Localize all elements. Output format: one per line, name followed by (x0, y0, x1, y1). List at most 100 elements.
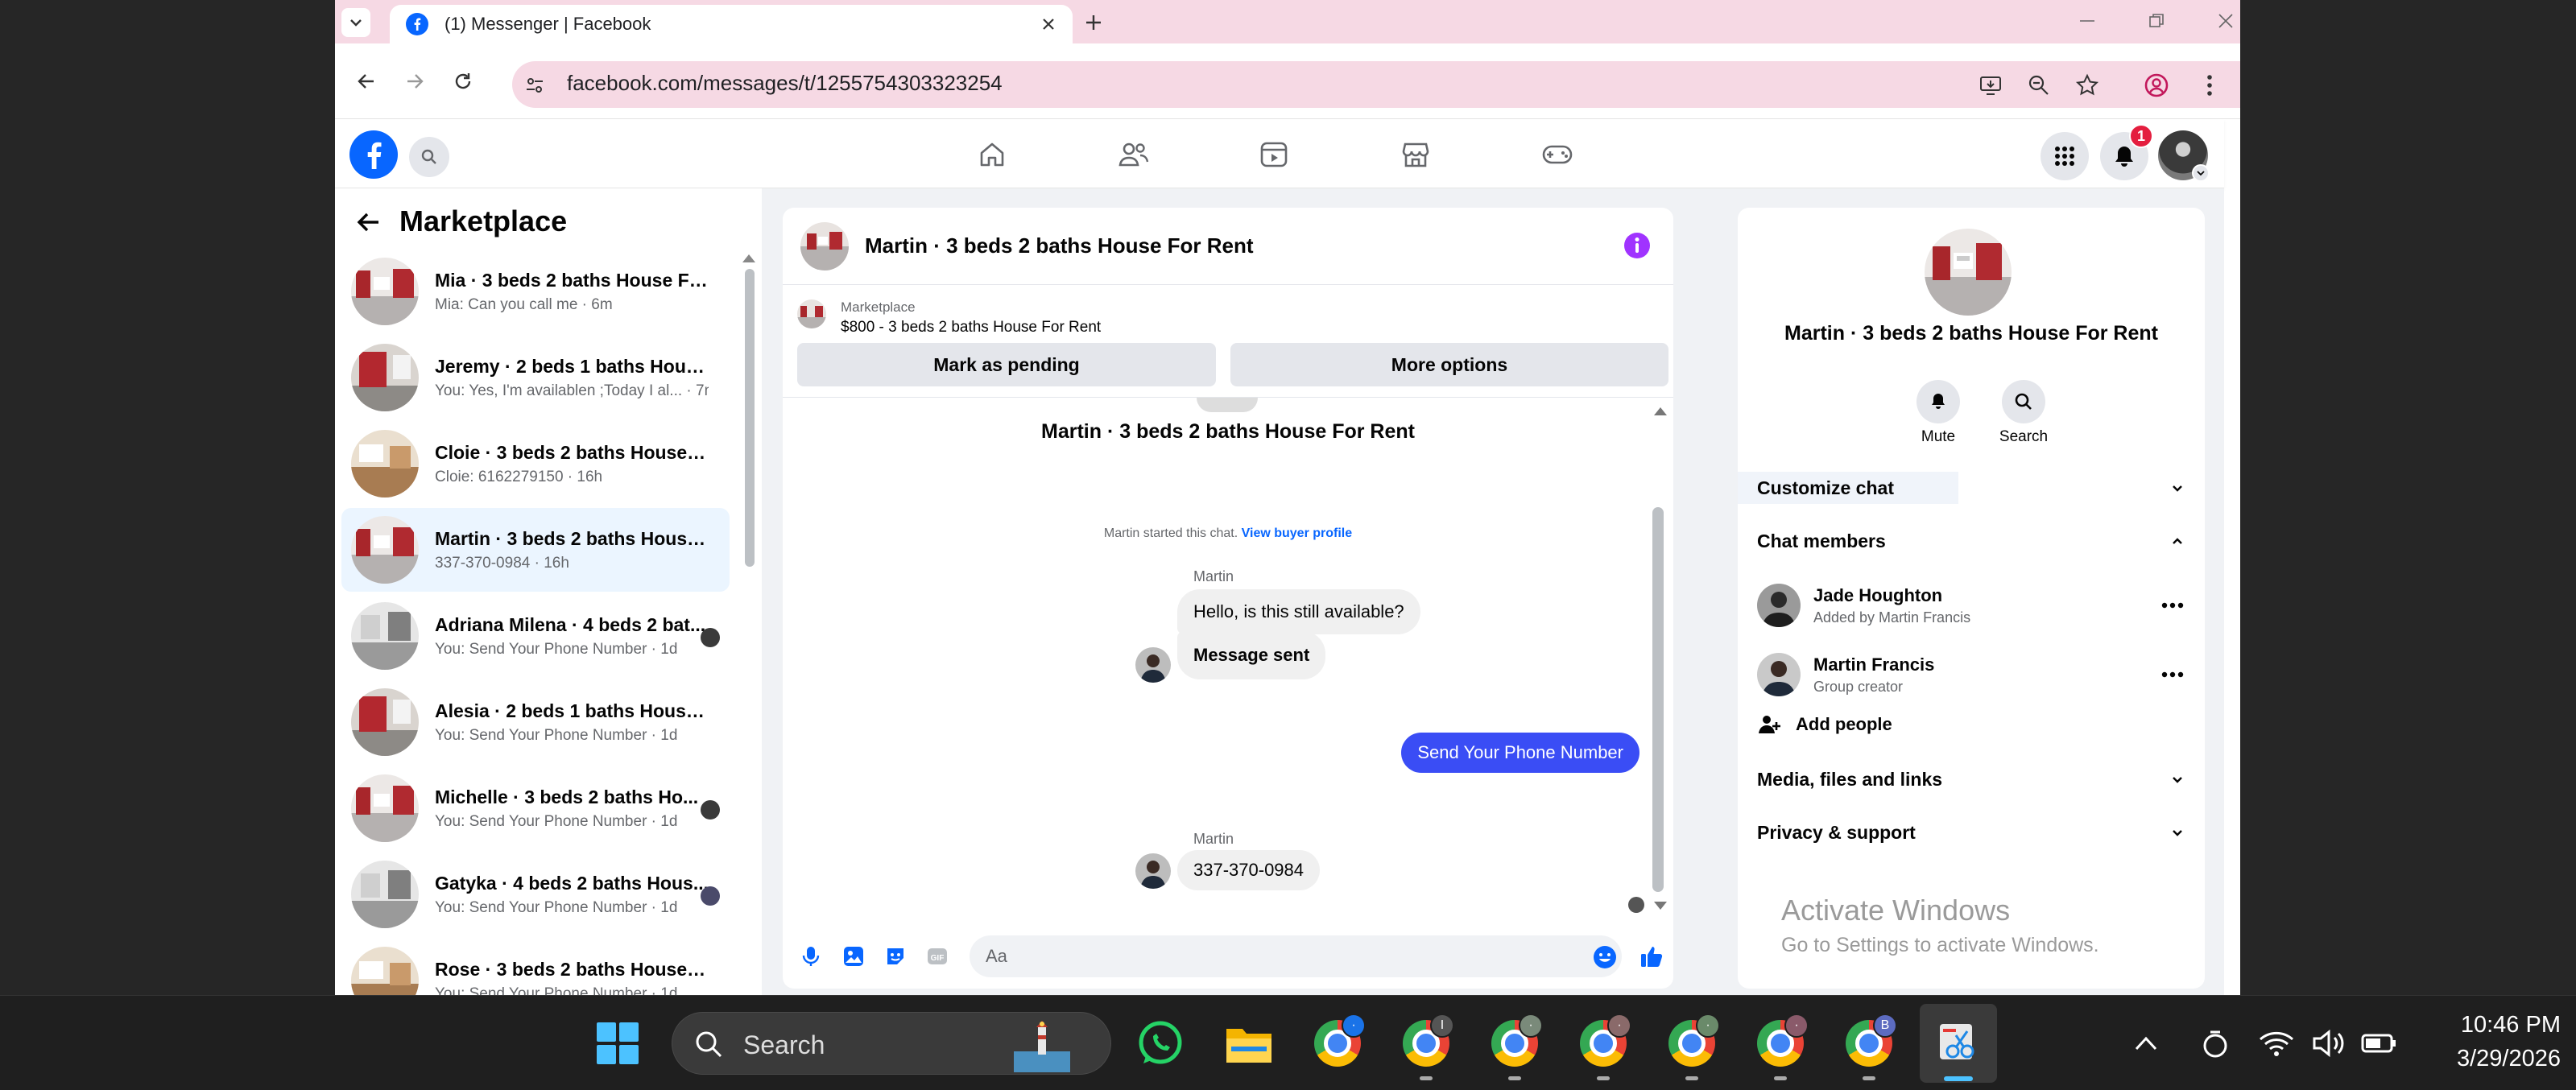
whatsapp-icon[interactable] (1135, 1018, 1185, 1068)
chat-scrollbar[interactable] (1652, 507, 1664, 892)
conversation-item[interactable]: Rose · 3 beds 2 baths House For... You: S… (341, 939, 730, 995)
home-icon[interactable] (974, 137, 1010, 172)
info-avatar[interactable] (1925, 229, 2012, 316)
member-more-icon[interactable] (2161, 671, 2184, 678)
wifi-icon[interactable] (2255, 1018, 2298, 1068)
privacy-support-section[interactable]: Privacy & support (1757, 810, 2184, 855)
tab-messenger[interactable]: (1) Messenger | Facebook (390, 5, 1073, 43)
chrome-profile-i-icon[interactable]: I (1401, 1014, 1454, 1068)
account-chevron-icon[interactable] (2192, 164, 2210, 182)
add-people-button[interactable]: Add people (1757, 702, 2184, 747)
member-more-icon[interactable] (2161, 602, 2184, 609)
conversation-item[interactable]: Adriana Milena · 4 beds 2 bat... You: Sen… (341, 594, 730, 678)
conversation-item[interactable]: Martin · 3 beds 2 baths House F... 337-37… (341, 508, 730, 592)
marketplace-icon[interactable] (1398, 137, 1433, 172)
tab-search-chevron-icon[interactable] (341, 8, 370, 37)
conversation-preview: You: Send Your Phone Number · 1d (435, 985, 678, 996)
minimize-icon[interactable] (2063, 5, 2111, 37)
chrome-profile-4-icon[interactable]: · (1667, 1014, 1720, 1068)
tab-title: (1) Messenger | Facebook (444, 14, 651, 34)
new-tab-icon[interactable] (1074, 5, 1113, 40)
back-icon[interactable] (349, 64, 383, 98)
listing-thumbnail[interactable] (797, 299, 826, 328)
file-explorer-icon[interactable] (1224, 1018, 1274, 1068)
conversation-item[interactable]: Alesia · 2 beds 1 baths House Fo... You: … (341, 680, 730, 764)
chrome-profile-3-icon[interactable]: · (1578, 1014, 1631, 1068)
profile-icon[interactable] (2139, 68, 2174, 103)
sender-avatar (1135, 647, 1171, 683)
conversation-item[interactable]: Mia · 3 beds 2 baths House For ... Mia: C… (341, 250, 730, 333)
watch-video-icon[interactable] (1256, 137, 1292, 172)
microphone-icon[interactable] (800, 945, 821, 968)
mark-as-pending-button[interactable]: Mark as pending (797, 343, 1216, 386)
gif-icon[interactable]: GIF (926, 945, 949, 968)
outgoing-message[interactable]: Send Your Phone Number (1401, 733, 1639, 773)
forward-icon[interactable] (398, 64, 432, 98)
zoom-icon[interactable] (2021, 68, 2057, 103)
copilot-ring-icon[interactable] (2195, 1018, 2235, 1068)
member-row[interactable]: Martin Francis Group creator (1757, 642, 2184, 707)
view-buyer-profile-link[interactable]: View buyer profile (1242, 526, 1353, 540)
clock-time[interactable]: 10:46 PM (2400, 1012, 2561, 1038)
chat-scroll-down-icon[interactable] (1654, 902, 1667, 910)
chrome-profile-2-icon[interactable]: · (1490, 1014, 1543, 1068)
conversation-avatar (351, 516, 419, 584)
customize-chat-section[interactable]: Customize chat (1757, 465, 2184, 510)
media-files-section[interactable]: Media, files and links (1757, 757, 2184, 802)
conversation-scrollbar[interactable] (745, 269, 755, 567)
bookmark-star-icon[interactable] (2069, 68, 2105, 103)
snipping-tool-icon[interactable] (1933, 1018, 1983, 1068)
volume-icon[interactable] (2308, 1018, 2351, 1068)
window-close-icon[interactable] (2202, 5, 2240, 37)
friends-icon[interactable] (1116, 137, 1152, 172)
fb-search-icon[interactable] (409, 137, 449, 177)
url-text[interactable]: facebook.com/messages/t/1255754303323254 (567, 71, 1003, 96)
member-row[interactable]: Jade Houghton Added by Martin Francis (1757, 573, 2184, 638)
install-app-icon[interactable] (1973, 68, 2008, 103)
message-input[interactable]: Aa (970, 935, 1622, 977)
facebook-logo-icon[interactable] (349, 130, 398, 179)
conversation-item[interactable]: Cloie · 3 beds 2 baths House Fo... Cloie:… (341, 422, 730, 506)
start-windows-icon[interactable] (593, 1018, 643, 1068)
conversation-name: Gatyka · 4 beds 2 baths Hous... (435, 872, 709, 894)
photo-attach-icon[interactable] (842, 945, 865, 968)
menu-grid-icon[interactable] (2041, 132, 2089, 180)
browser-menu-icon[interactable] (2195, 68, 2224, 103)
restore-icon[interactable] (2132, 5, 2181, 37)
listing-title[interactable]: $800 - 3 beds 2 baths House For Rent (841, 319, 1101, 336)
incoming-message[interactable]: 337-370-0984 (1177, 850, 1321, 890)
like-thumb-icon[interactable] (1639, 943, 1665, 969)
clock-date[interactable]: 3/29/2026 (2400, 1046, 2561, 1072)
reload-icon[interactable] (446, 64, 480, 98)
sticker-icon[interactable] (884, 945, 907, 968)
tab-close-icon[interactable] (1040, 16, 1056, 32)
chat-scroll-up-icon[interactable] (1654, 407, 1667, 415)
back-arrow-icon[interactable] (354, 208, 383, 237)
conversation-item[interactable]: Jeremy · 2 beds 1 baths House F... You: Y… (341, 336, 730, 419)
conversation-preview: Mia: Can you call me · 6m (435, 295, 613, 313)
chat-members-section[interactable]: Chat members (1757, 518, 2184, 564)
battery-icon[interactable] (2356, 1018, 2401, 1068)
emoji-icon[interactable] (1593, 945, 1617, 969)
chrome-profile-5-icon[interactable]: · (1755, 1014, 1809, 1068)
chat-title[interactable]: Martin · 3 beds 2 baths House For Rent (865, 233, 1254, 258)
chrome-profile-b-icon[interactable]: B (1844, 1014, 1897, 1068)
more-options-button[interactable]: More options (1230, 343, 1668, 386)
taskbar-search-box[interactable]: Search (672, 1012, 1111, 1075)
mute-button[interactable] (1916, 380, 1960, 423)
chevron-down-icon (2173, 830, 2182, 836)
conversation-item[interactable]: Gatyka · 4 beds 2 baths Hous... You: Send… (341, 853, 730, 936)
gaming-icon[interactable] (1540, 137, 1575, 172)
show-hidden-icons-chevron-icon[interactable] (2126, 1018, 2166, 1068)
incoming-message[interactable]: Message sent (1177, 631, 1326, 679)
chrome-icon[interactable]: · (1313, 1014, 1366, 1068)
site-info-icon[interactable] (520, 71, 549, 100)
chat-members-label: Chat members (1757, 530, 1886, 551)
chat-avatar[interactable] (800, 221, 849, 270)
chat-started-text: Martin started this chat. (1103, 526, 1238, 540)
scroll-up-arrow-icon[interactable] (742, 254, 755, 262)
incoming-message[interactable]: Hello, is this still available? (1177, 589, 1420, 634)
conversation-item[interactable]: Michelle · 3 beds 2 baths Ho... You: Send… (341, 766, 730, 850)
info-icon[interactable] (1623, 232, 1651, 259)
search-in-chat-button[interactable] (2002, 380, 2045, 423)
